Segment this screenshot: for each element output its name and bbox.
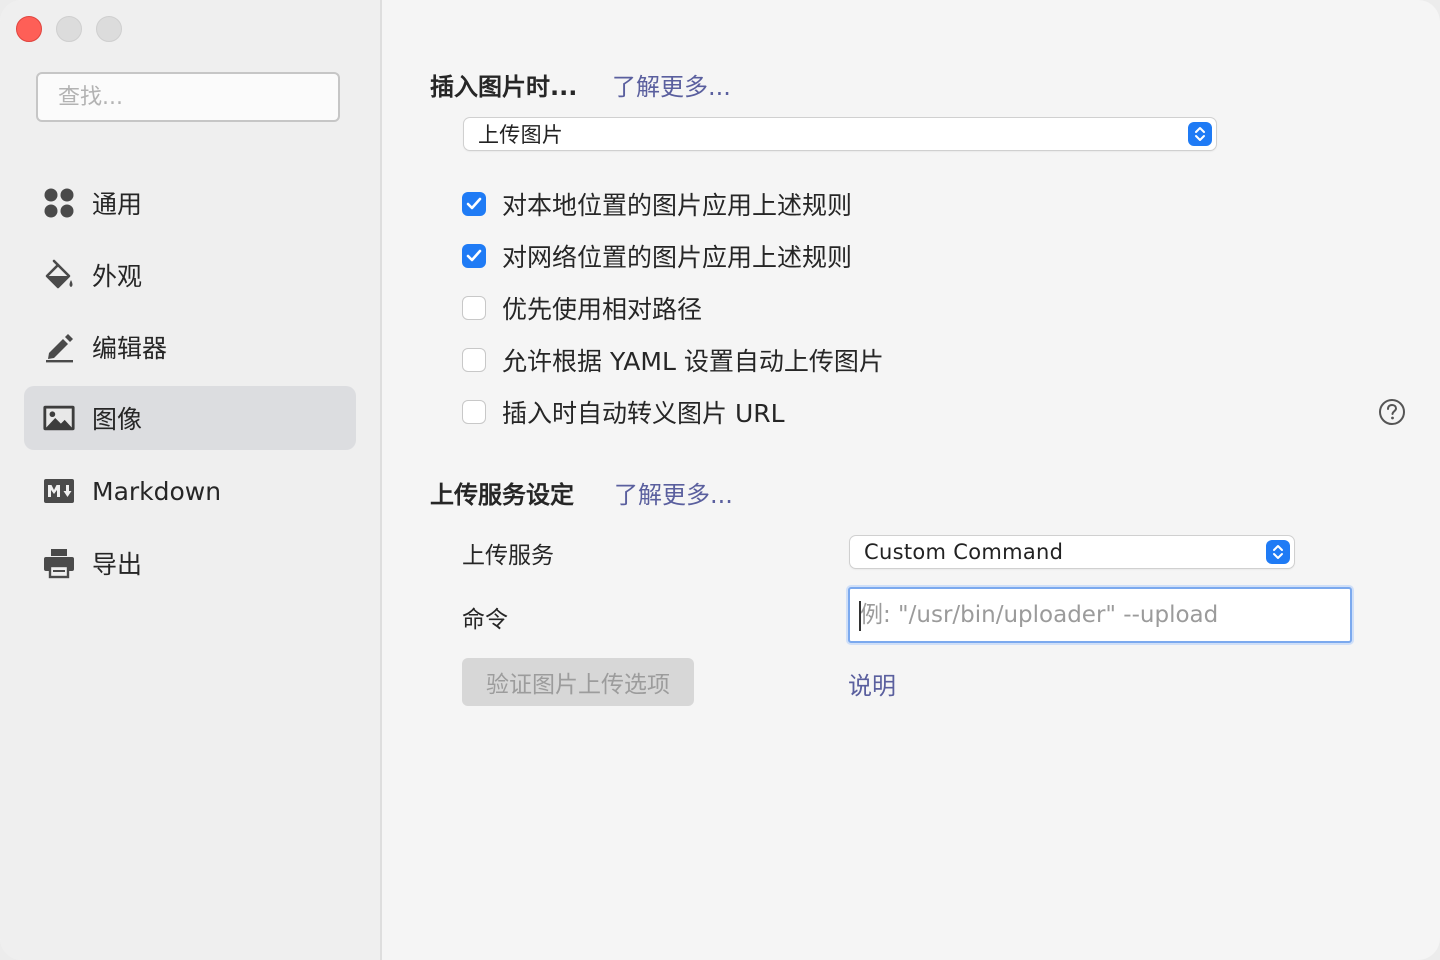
select-value: 上传图片 (478, 123, 564, 147)
checkbox-checked[interactable] (462, 192, 486, 216)
sidebar-item-label: Markdown (92, 476, 222, 506)
option-network-images[interactable]: 对网络位置的图片应用上述规则 (462, 238, 852, 274)
sidebar-item-label: 通用 (92, 190, 143, 219)
checkbox-unchecked[interactable] (462, 296, 486, 320)
option-label: 对网络位置的图片应用上述规则 (502, 243, 853, 272)
sidebar-item-label: 图像 (92, 405, 143, 434)
help-icon[interactable] (1378, 398, 1406, 426)
chevron-up-down-icon (1266, 540, 1290, 564)
command-field[interactable] (848, 587, 1352, 643)
sidebar-item-label: 编辑器 (92, 334, 168, 363)
pencil-icon (42, 330, 76, 364)
image-settings-panel: 插入图片时... 了解更多... 上传图片 对本地位置的图片应用上述规则 对网络… (382, 0, 1440, 960)
insert-image-action-select[interactable]: 上传图片 (464, 118, 1216, 150)
sidebar-item-general[interactable]: 通用 (24, 171, 356, 235)
option-label: 对本地位置的图片应用上述规则 (502, 191, 853, 220)
upload-service-select[interactable]: Custom Command (850, 536, 1294, 568)
insert-image-learn-more-link[interactable]: 了解更多... (612, 67, 731, 102)
option-label: 允许根据 YAML 设置自动上传图片 (502, 347, 884, 376)
checkmark-icon (466, 197, 482, 210)
search-box[interactable] (36, 72, 340, 122)
checkmark-icon (466, 249, 482, 262)
checkbox-checked[interactable] (462, 244, 486, 268)
markdown-icon (42, 474, 76, 508)
checkbox-unchecked[interactable] (462, 348, 486, 372)
option-relative-path[interactable]: 优先使用相对路径 (462, 290, 702, 326)
grid-icon (42, 186, 76, 220)
verify-upload-button[interactable]: 验证图片上传选项 (462, 658, 694, 706)
option-escape-url[interactable]: 插入时自动转义图片 URL (462, 394, 785, 430)
preferences-window: 通用 外观 编辑器 (0, 0, 1440, 960)
close-window-button[interactable] (16, 16, 42, 42)
paint-bucket-icon (42, 258, 76, 292)
upload-learn-more-link[interactable]: 了解更多... (614, 475, 733, 510)
option-label: 优先使用相对路径 (502, 295, 703, 324)
select-value: Custom Command (864, 540, 1064, 564)
sidebar-item-label: 外观 (92, 262, 143, 291)
command-input[interactable] (850, 589, 1350, 641)
checkbox-unchecked[interactable] (462, 400, 486, 424)
sidebar-item-editor[interactable]: 编辑器 (24, 315, 356, 379)
search-input[interactable] (38, 74, 338, 120)
image-icon (42, 401, 76, 435)
text-caret (859, 601, 861, 631)
sidebar-item-image[interactable]: 图像 (24, 386, 356, 450)
sidebar-item-export[interactable]: 导出 (24, 531, 356, 595)
upload-service-label: 上传服务 (462, 543, 554, 569)
upload-service-title: 上传服务设定 (430, 481, 574, 509)
upload-help-link[interactable]: 说明 (848, 666, 896, 701)
minimize-window-button[interactable] (56, 16, 82, 42)
printer-icon (42, 546, 76, 580)
sidebar-item-label: 导出 (92, 550, 143, 579)
option-local-images[interactable]: 对本地位置的图片应用上述规则 (462, 186, 852, 222)
insert-image-title: 插入图片时... (430, 73, 578, 101)
command-label: 命令 (462, 607, 508, 633)
sidebar: 通用 外观 编辑器 (0, 0, 382, 960)
chevron-up-down-icon (1188, 122, 1212, 146)
option-label: 插入时自动转义图片 URL (502, 399, 785, 428)
option-yaml-auto-upload[interactable]: 允许根据 YAML 设置自动上传图片 (462, 342, 884, 378)
sidebar-item-markdown[interactable]: Markdown (24, 459, 356, 523)
sidebar-item-appearance[interactable]: 外观 (24, 243, 356, 307)
maximize-window-button[interactable] (96, 16, 122, 42)
